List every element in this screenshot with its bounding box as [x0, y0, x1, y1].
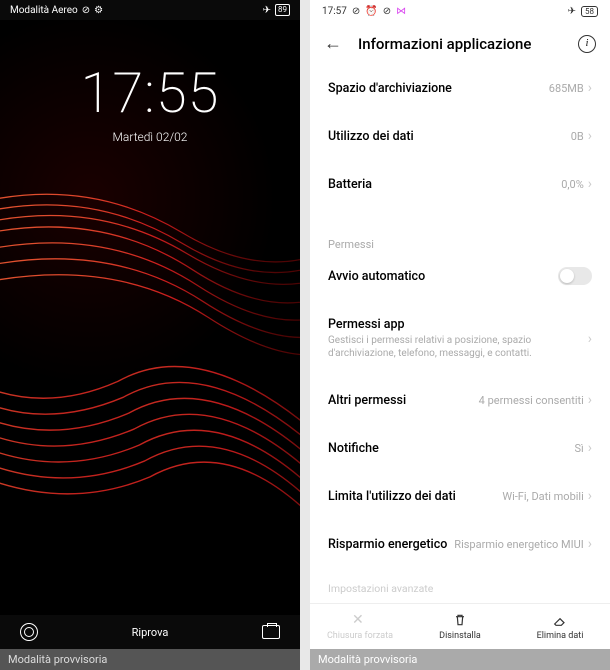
description: Gestisci i permessi relativi a posizione…: [328, 334, 588, 360]
retry-label[interactable]: Riprova: [132, 626, 169, 639]
page-header: ← Informazioni applicazione i: [310, 23, 610, 64]
bottom-action-bar: ✕ Chiusura forzata Disinstalla Elimina d…: [310, 603, 610, 649]
chevron-right-icon: ›: [588, 536, 592, 552]
row-app-permissions[interactable]: Permessi app Gestisci i permessi relativ…: [328, 301, 592, 376]
chevron-right-icon: ›: [588, 128, 592, 144]
clear-data-button[interactable]: Elimina dati: [510, 604, 610, 649]
dnd-icon: ⊘: [82, 5, 90, 16]
row-limit-data[interactable]: Limita l'utilizzo dei dati Wi-Fi, Dati m…: [328, 472, 592, 520]
row-autostart[interactable]: Avvio automatico: [328, 251, 592, 301]
battery-indicator: 89: [275, 4, 290, 16]
page-title: Informazioni applicazione: [358, 35, 562, 53]
airplane-mode-label: Modalità Aereo: [10, 5, 78, 16]
value: Wi-Fi, Dati mobili: [502, 490, 583, 503]
gear-icon: ⚙: [94, 5, 103, 16]
label: Elimina dati: [537, 631, 584, 641]
alarm-icon: ⏰: [365, 6, 377, 17]
label: Spazio d'archiviazione: [328, 81, 452, 96]
label: Risparmio energetico: [328, 537, 447, 552]
chevron-right-icon: ›: [588, 488, 592, 504]
value: 0B: [571, 130, 584, 143]
label: Disinstalla: [439, 631, 481, 641]
camera-icon[interactable]: [262, 625, 280, 639]
autostart-toggle[interactable]: [558, 267, 592, 285]
lockscreen-wallpaper[interactable]: 17:55 Martedì 02/02: [0, 20, 300, 615]
appinfo-phone: 17:57 ⊘ ⏰ ⊘ ⋈ ✈ 58 ← Informazioni applic…: [310, 0, 610, 670]
info-icon[interactable]: i: [578, 35, 596, 53]
row-notifications[interactable]: Notifiche Sì ›: [328, 424, 592, 472]
status-bar: Modalità Aereo ⊘ ⚙ ✈ 89: [0, 0, 300, 20]
row-data-usage[interactable]: Utilizzo dei dati 0B ›: [328, 112, 592, 160]
label: Limita l'utilizzo dei dati: [328, 489, 456, 504]
section-permissions: Permessi: [328, 208, 592, 251]
chevron-right-icon: ›: [588, 331, 592, 347]
voice-assist-icon[interactable]: [20, 623, 38, 641]
lockscreen-bottom-bar: Riprova: [0, 615, 300, 649]
force-stop-button: ✕ Chiusura forzata: [310, 604, 410, 649]
row-battery[interactable]: Batteria 0,0% ›: [328, 160, 592, 208]
label: Permessi app: [328, 317, 588, 332]
safe-mode-banner: Modalità provvisoria: [310, 649, 610, 670]
erase-icon: [552, 612, 568, 628]
airplane-icon: ✈: [568, 6, 576, 17]
status-time: 17:57: [322, 6, 347, 17]
chevron-right-icon: ›: [588, 80, 592, 96]
close-icon: ✕: [352, 612, 368, 628]
label: Altri permessi: [328, 393, 406, 408]
row-storage[interactable]: Spazio d'archiviazione 685MB ›: [328, 64, 592, 112]
status-bar: 17:57 ⊘ ⏰ ⊘ ⋈ ✈ 58: [310, 0, 610, 23]
back-icon[interactable]: ←: [324, 33, 342, 54]
dnd-icon: ⊘: [352, 6, 360, 17]
value: Risparmio energetico MIUI: [454, 538, 583, 551]
label: Notifiche: [328, 441, 379, 456]
clock-time: 17:55: [0, 60, 300, 126]
airplane-icon: ✈: [263, 5, 271, 16]
row-power-saving[interactable]: Risparmio energetico Risparmio energetic…: [328, 520, 592, 568]
clock-date: Martedì 02/02: [0, 130, 300, 144]
label: Avvio automatico: [328, 269, 425, 284]
chevron-right-icon: ›: [588, 392, 592, 408]
label: Batteria: [328, 177, 372, 192]
value: 685MB: [549, 82, 584, 95]
misc-icon: ⋈: [396, 6, 406, 17]
safe-mode-banner: Modalità provvisoria: [0, 649, 300, 670]
trash-icon: [452, 612, 468, 628]
value: 0,0%: [561, 178, 584, 191]
value: 4 permessi consentiti: [479, 394, 584, 407]
label: Utilizzo dei dati: [328, 129, 414, 144]
lockscreen-phone: Modalità Aereo ⊘ ⚙ ✈ 89: [0, 0, 300, 670]
row-other-permissions[interactable]: Altri permessi 4 permessi consentiti ›: [328, 376, 592, 424]
label: Chiusura forzata: [327, 631, 393, 641]
chevron-right-icon: ›: [588, 440, 592, 456]
dnd2-icon: ⊘: [383, 6, 391, 17]
uninstall-button[interactable]: Disinstalla: [410, 604, 510, 649]
battery-indicator: 58: [581, 6, 598, 17]
value: Sì: [575, 442, 584, 455]
row-advanced-settings[interactable]: Impostazioni avanzate: [328, 568, 592, 595]
settings-list[interactable]: Spazio d'archiviazione 685MB › Utilizzo d…: [310, 64, 610, 603]
chevron-right-icon: ›: [588, 176, 592, 192]
